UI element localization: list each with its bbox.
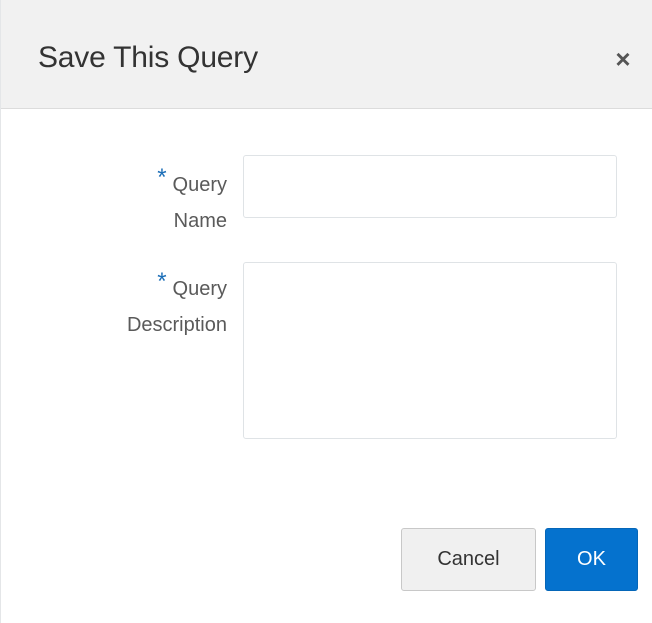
query-name-label: * Query Name	[157, 164, 227, 239]
query-description-label-line1: Query	[172, 278, 227, 300]
dialog-header: Save This Query ×	[1, 0, 652, 109]
query-description-label: * Query Description	[126, 268, 227, 343]
cancel-button[interactable]: Cancel	[401, 528, 536, 591]
ok-button[interactable]: OK	[545, 528, 638, 591]
query-name-label-line1: Query	[172, 174, 227, 196]
query-name-input[interactable]	[243, 155, 617, 218]
query-description-input[interactable]	[243, 262, 617, 439]
dialog-title: Save This Query	[38, 41, 258, 74]
query-name-label-line2: Name	[173, 210, 227, 232]
query-description-label-line2: Description	[126, 314, 227, 336]
close-icon[interactable]: ×	[609, 44, 637, 74]
required-marker: *	[157, 164, 167, 191]
save-query-dialog: Save This Query × * Query Name * Query Des…	[0, 0, 652, 623]
required-marker: *	[157, 268, 167, 295]
